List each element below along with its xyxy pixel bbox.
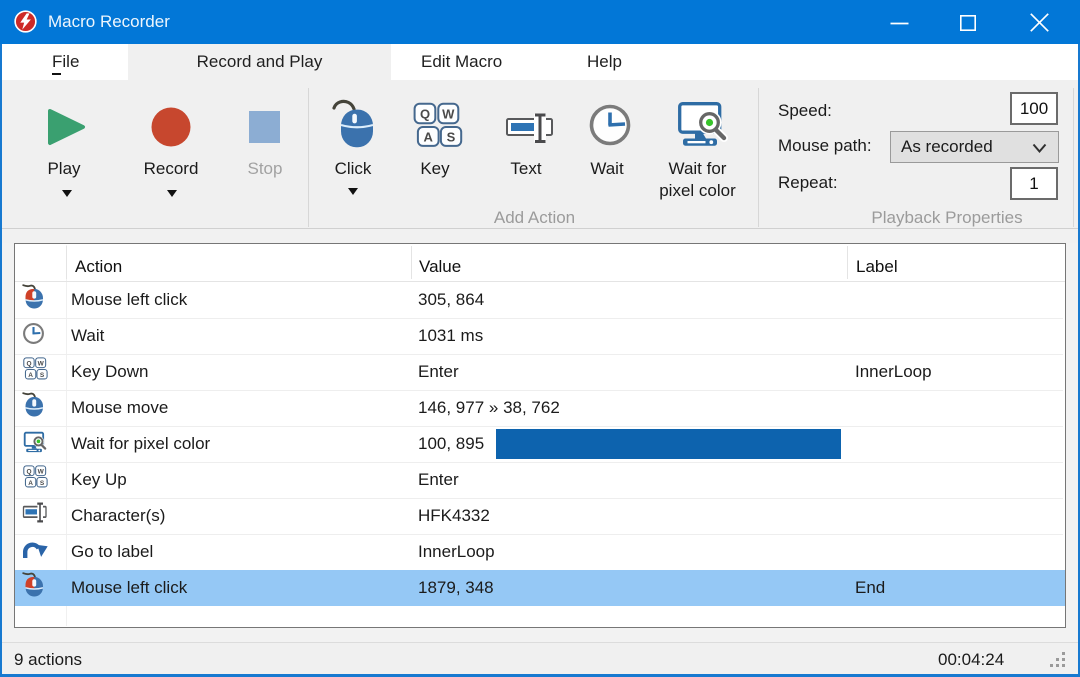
svg-text:W: W: [38, 468, 45, 475]
svg-text:W: W: [38, 360, 45, 367]
svg-text:W: W: [442, 106, 455, 121]
svg-text:Q: Q: [26, 360, 31, 367]
svg-text:A: A: [424, 129, 434, 144]
svg-text:A: A: [28, 372, 33, 379]
svg-text:S: S: [40, 480, 45, 487]
svg-text:S: S: [40, 372, 45, 379]
svg-text:A: A: [28, 480, 33, 487]
svg-text:Q: Q: [420, 106, 430, 121]
svg-text:S: S: [447, 129, 456, 144]
svg-text:Q: Q: [26, 468, 31, 475]
